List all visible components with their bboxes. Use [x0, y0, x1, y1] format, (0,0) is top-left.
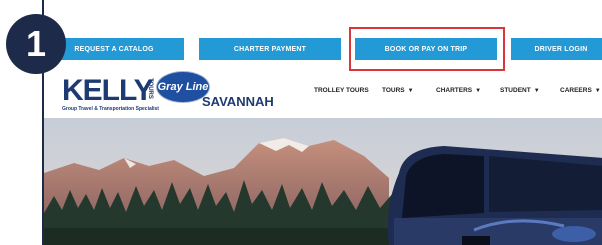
nav-trolley-tours[interactable]: TROLLEY TOURS — [314, 87, 369, 94]
logo-tours-text: TOURS — [147, 78, 153, 99]
kelly-logo[interactable]: KELLY — [62, 74, 154, 108]
nav-label: TOURS — [382, 87, 405, 94]
step-number-badge: 1 — [6, 14, 66, 74]
caret-down-icon: ▼ — [533, 87, 540, 94]
nav-label: CHARTERS — [436, 87, 473, 94]
mountain-bus-illustration — [44, 118, 602, 245]
hero-image — [44, 118, 602, 245]
nav-student[interactable]: STUDENT ▼ — [500, 87, 540, 94]
grayline-logo-text: Gray Line — [157, 81, 209, 93]
site-header: KELLY TOURS Group Travel & Transportatio… — [44, 62, 602, 118]
top-action-bar: REQUEST A CATALOG CHARTER PAYMENT BOOK O… — [44, 38, 602, 60]
charter-payment-button[interactable]: CHARTER PAYMENT — [199, 38, 341, 60]
driver-login-button[interactable]: DRIVER LOGIN — [511, 38, 602, 60]
nav-label: STUDENT — [500, 87, 531, 94]
nav-tours[interactable]: TOURS ▼ — [382, 87, 414, 94]
browser-screenshot: REQUEST A CATALOG CHARTER PAYMENT BOOK O… — [42, 0, 602, 245]
caret-down-icon: ▼ — [594, 87, 601, 94]
caret-down-icon: ▼ — [475, 87, 482, 94]
nav-label: TROLLEY TOURS — [314, 87, 369, 94]
caret-down-icon: ▼ — [407, 87, 414, 94]
logo-tagline: Group Travel & Transportation Specialist — [62, 106, 159, 112]
city-label: SAVANNAH — [202, 94, 274, 109]
nav-charters[interactable]: CHARTERS ▼ — [436, 87, 481, 94]
highlight-box — [349, 27, 505, 71]
nav-careers[interactable]: CAREERS ▼ — [560, 87, 601, 94]
nav-label: CAREERS — [560, 87, 592, 94]
